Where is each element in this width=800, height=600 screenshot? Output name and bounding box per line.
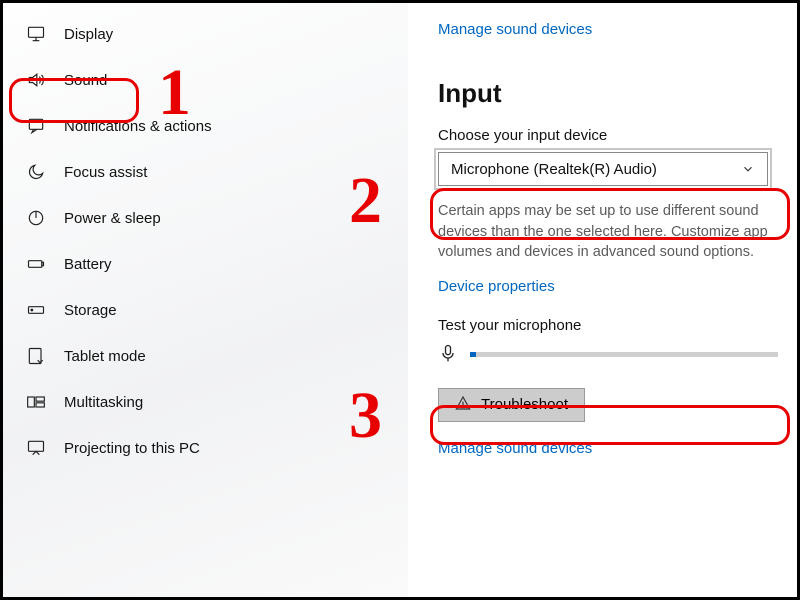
sidebar-item-label: Focus assist (64, 164, 147, 181)
device-properties-link[interactable]: Device properties (438, 278, 555, 295)
manage-sound-devices-link-bottom[interactable]: Manage sound devices (438, 440, 592, 457)
power-icon (26, 208, 46, 228)
input-device-dropdown[interactable]: Microphone (Realtek(R) Audio) (438, 152, 768, 186)
sidebar-item-label: Projecting to this PC (64, 440, 200, 457)
microphone-icon (438, 342, 458, 368)
choose-input-label: Choose your input device (438, 127, 797, 144)
warning-icon (455, 395, 471, 415)
manage-sound-devices-link-top[interactable]: Manage sound devices (438, 21, 592, 38)
troubleshoot-button[interactable]: Troubleshoot (438, 388, 585, 422)
microphone-level-fill (470, 352, 476, 357)
sidebar-item-display[interactable]: Display (3, 11, 408, 57)
sidebar-item-label: Battery (64, 256, 112, 273)
storage-icon (26, 300, 46, 320)
input-heading: Input (438, 78, 797, 109)
settings-main-panel: Manage sound devices Input Choose your i… (408, 3, 797, 597)
sidebar-item-tablet-mode[interactable]: Tablet mode (3, 333, 408, 379)
input-description: Certain apps may be set up to use differ… (438, 201, 797, 263)
sidebar-item-multitasking[interactable]: Multitasking (3, 379, 408, 425)
projecting-icon (26, 438, 46, 458)
microphone-test-meter (438, 342, 778, 368)
settings-sidebar: Display Sound Notifications & actions Fo… (3, 3, 408, 597)
notifications-icon (26, 116, 46, 136)
focus-assist-icon (26, 162, 46, 182)
sidebar-item-label: Tablet mode (64, 348, 146, 365)
sidebar-item-label: Notifications & actions (64, 118, 212, 135)
test-microphone-label: Test your microphone (438, 317, 797, 334)
display-icon (26, 24, 46, 44)
sidebar-item-label: Storage (64, 302, 117, 319)
sidebar-item-notifications[interactable]: Notifications & actions (3, 103, 408, 149)
sidebar-item-label: Power & sleep (64, 210, 161, 227)
sidebar-item-focus-assist[interactable]: Focus assist (3, 149, 408, 195)
sound-icon (26, 70, 46, 90)
sidebar-item-label: Display (64, 26, 113, 43)
sidebar-item-sound[interactable]: Sound (3, 57, 408, 103)
tablet-mode-icon (26, 346, 46, 366)
sidebar-item-power-sleep[interactable]: Power & sleep (3, 195, 408, 241)
sidebar-item-projecting[interactable]: Projecting to this PC (3, 425, 408, 471)
troubleshoot-label: Troubleshoot (481, 396, 568, 413)
sidebar-item-battery[interactable]: Battery (3, 241, 408, 287)
battery-icon (26, 254, 46, 274)
sidebar-item-storage[interactable]: Storage (3, 287, 408, 333)
sidebar-item-label: Sound (64, 72, 107, 89)
multitasking-icon (26, 392, 46, 412)
dropdown-value: Microphone (Realtek(R) Audio) (451, 161, 657, 178)
sidebar-item-label: Multitasking (64, 394, 143, 411)
chevron-down-icon (741, 162, 755, 176)
microphone-level-bar (470, 352, 778, 357)
